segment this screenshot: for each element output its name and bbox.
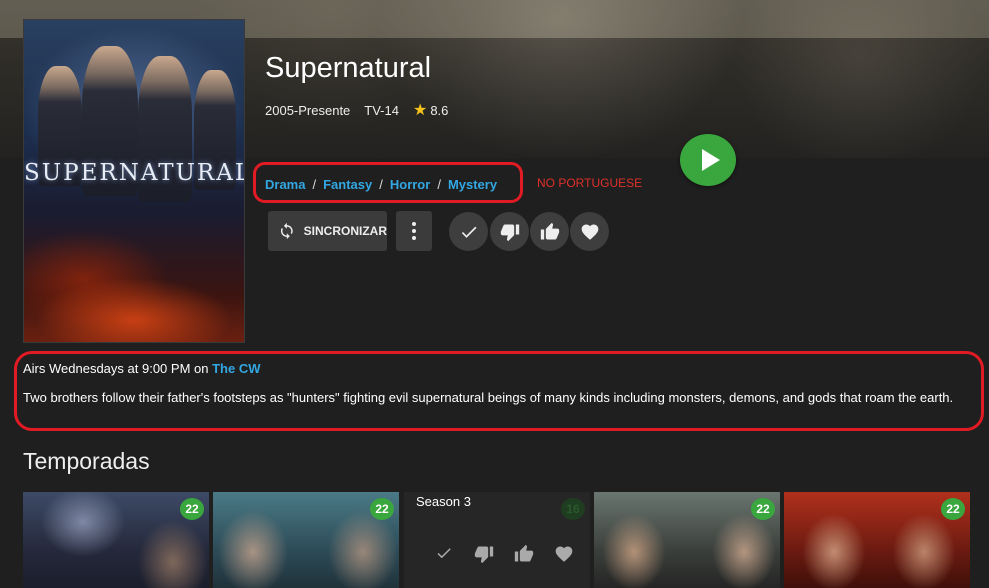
network-link[interactable]: The CW [212, 361, 260, 376]
favorite-button[interactable] [570, 212, 609, 251]
genre-list: Drama / Fantasy / Horror / Mystery [265, 177, 497, 192]
air-schedule: Airs Wednesdays at 9:00 PM on The CW [23, 361, 260, 376]
annotation-note: NO PORTUGUESE [537, 176, 643, 190]
season-favorite-button[interactable] [544, 544, 584, 564]
check-icon [461, 226, 476, 238]
season-card[interactable]: 22 [594, 492, 780, 588]
more-options-button[interactable] [396, 211, 432, 251]
play-icon [701, 149, 720, 171]
air-schedule-text: Airs Wednesdays at 9:00 PM on [23, 361, 209, 376]
like-button[interactable] [530, 212, 569, 251]
episode-count-badge: 22 [370, 498, 394, 520]
sync-button-label: SINCRONIZAR [303, 224, 387, 238]
season-watched-button[interactable] [424, 544, 464, 564]
more-vert-icon [412, 222, 416, 240]
sync-button[interactable]: SINCRONIZAR [268, 211, 387, 251]
episode-count-badge: 22 [180, 498, 204, 520]
show-poster[interactable]: SUPERNATURAL [23, 19, 245, 343]
genre-separator: / [437, 177, 441, 192]
season-card-label: Season 3 [416, 494, 471, 509]
season-card[interactable]: 22 [23, 492, 209, 588]
thumbs-down-icon [500, 224, 519, 241]
show-years: 2005-Presente [265, 102, 351, 118]
star-icon: ★ [412, 102, 428, 119]
genre-link[interactable]: Drama [265, 177, 305, 192]
thumbs-up-icon [540, 222, 559, 239]
play-button[interactable] [680, 134, 736, 186]
seasons-heading: Temporadas [23, 448, 150, 474]
show-title: Supernatural [265, 52, 432, 84]
poster-logo: SUPERNATURAL [24, 160, 245, 186]
genre-separator: / [312, 177, 317, 192]
season-dislike-button[interactable] [464, 544, 504, 564]
episode-count-badge: 16 [561, 498, 585, 520]
genre-link[interactable]: Fantasy [323, 177, 372, 192]
sync-icon [280, 222, 293, 240]
season-card-actions [424, 544, 584, 564]
content-rating: TV-14 [364, 102, 399, 118]
season-card[interactable]: Season 3 16 [404, 492, 590, 588]
genre-link[interactable]: Horror [390, 177, 430, 192]
heart-icon [581, 224, 598, 240]
mark-watched-button[interactable] [449, 212, 488, 251]
show-meta: 2005-Presente TV-14 ★ 8.6 [265, 100, 462, 120]
show-score: 8.6 [430, 102, 449, 118]
dislike-button[interactable] [490, 212, 529, 251]
thumbs-up-icon [514, 544, 534, 562]
genre-separator: / [379, 177, 383, 192]
episode-count-badge: 22 [751, 498, 775, 520]
show-description: Two brothers follow their father's foots… [23, 390, 954, 405]
check-icon [437, 548, 451, 559]
genre-link[interactable]: Mystery [448, 177, 497, 192]
episode-count-badge: 22 [941, 498, 965, 520]
season-card[interactable]: 22 [784, 492, 970, 588]
thumbs-down-icon [474, 546, 494, 564]
season-card[interactable]: 22 [213, 492, 399, 588]
season-like-button[interactable] [504, 544, 544, 564]
heart-icon [555, 546, 573, 562]
